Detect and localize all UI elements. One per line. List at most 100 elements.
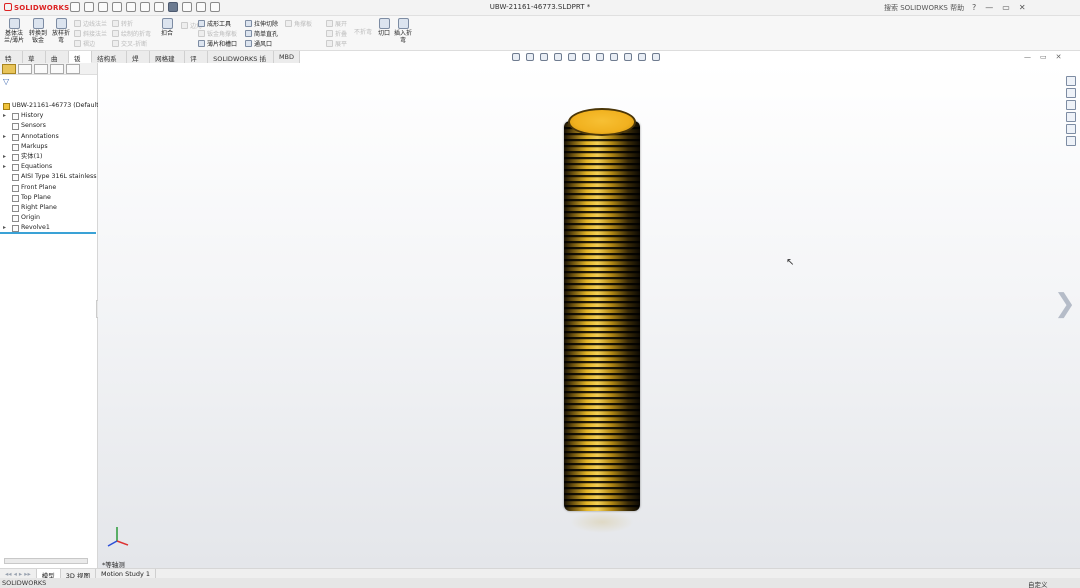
tree-root-part[interactable]: UBW-21161-46773 (Default) xyxy=(0,101,98,111)
miter-flange-button[interactable]: 斜接法兰 xyxy=(74,29,107,38)
status-custom-units[interactable]: 自定义 xyxy=(1028,579,1048,588)
minimize-button[interactable]: — xyxy=(985,3,993,12)
feature-tree-scrollbar[interactable] xyxy=(4,558,88,564)
view-settings-icon[interactable] xyxy=(652,53,660,61)
jog-button[interactable]: 转折 xyxy=(112,19,133,28)
task-pane xyxy=(1066,76,1078,146)
tree-item-equations[interactable]: ▸ Equations xyxy=(0,162,98,172)
display-manager-tab-icon[interactable] xyxy=(66,64,80,74)
extruded-cut-icon xyxy=(245,20,252,27)
sensors-icon xyxy=(12,123,19,131)
jog-icon xyxy=(112,20,119,27)
file-explorer-icon[interactable] xyxy=(1066,100,1076,110)
property-manager-tab-icon[interactable] xyxy=(18,64,32,74)
tree-item-material[interactable]: AISI Type 316L stainless ste xyxy=(0,172,98,182)
expand-arrow-icon[interactable]: ▸ xyxy=(3,132,6,142)
tab-features[interactable]: 特征 xyxy=(0,51,24,73)
tree-item-origin[interactable]: Origin xyxy=(0,213,98,223)
threaded-rod-top-face[interactable] xyxy=(568,108,636,136)
tab-sheet-metal[interactable]: 钣金 xyxy=(69,51,93,73)
base-flange-button[interactable]: 基体法兰/薄片 xyxy=(3,17,25,44)
no-bends-button[interactable]: 不折弯 xyxy=(354,27,372,36)
tab-3d-views[interactable]: 3D 视图 xyxy=(61,569,96,580)
feature-tree: UBW-21161-46773 (Default) ▸ History Senso… xyxy=(0,101,98,233)
maximize-button[interactable]: ▭ xyxy=(1002,3,1010,12)
tree-item-front-plane[interactable]: Front Plane xyxy=(0,183,98,193)
help-search-input[interactable]: 搜索 SOLIDWORKS 帮助 xyxy=(884,3,964,13)
gusset-button[interactable]: 角撑板 xyxy=(285,19,312,28)
tab-model[interactable]: 模型 xyxy=(36,569,61,580)
edit-appearance-icon[interactable] xyxy=(624,53,632,61)
forming-tool-icon xyxy=(198,20,205,27)
convert-to-sheet-metal-button[interactable]: 转换到钣金 xyxy=(27,17,49,44)
tree-item-top-plane[interactable]: Top Plane xyxy=(0,193,98,203)
tab-structure-system[interactable]: 结构系统 xyxy=(92,51,128,73)
tab-weldments[interactable]: 焊件 xyxy=(127,51,151,73)
insert-bends-button[interactable]: 插入折弯 xyxy=(393,17,413,44)
close-button[interactable]: ✕ xyxy=(1019,3,1026,12)
next-view-arrow-icon[interactable]: ❯ xyxy=(1054,289,1076,319)
view-palette-icon[interactable] xyxy=(1066,112,1076,122)
doc-minimize-icon[interactable]: — xyxy=(1024,53,1031,61)
threaded-rod-model[interactable] xyxy=(564,121,640,511)
tab-and-slot-big-button[interactable]: 扣合 xyxy=(156,17,178,37)
view-orientation-label: *等轴测 xyxy=(102,561,125,568)
markups-icon xyxy=(12,143,19,151)
dimxpert-tab-icon[interactable] xyxy=(50,64,64,74)
forming-tool-button[interactable]: 成形工具 xyxy=(198,19,231,28)
simple-hole-button[interactable]: 简单直孔 xyxy=(245,29,278,38)
tab-motion-study-1[interactable]: Motion Study 1 xyxy=(96,569,157,578)
rip-button[interactable]: 切口 xyxy=(376,17,392,37)
section-view-icon[interactable] xyxy=(554,53,562,61)
tab-mesh-modeling[interactable]: 网格建模 xyxy=(150,51,186,73)
lofted-bend-button[interactable]: 放样折弯 xyxy=(51,17,71,44)
tree-item-sensors[interactable]: Sensors xyxy=(0,121,98,131)
feature-tree-tab-icon[interactable] xyxy=(2,64,16,74)
tab-navigation-arrows-icon[interactable]: ◂◂ ◂ ▸ ▸▸ xyxy=(0,569,37,578)
expand-arrow-icon[interactable]: ▸ xyxy=(3,111,6,121)
unfold-button[interactable]: 展开 xyxy=(326,19,347,28)
hide-show-items-icon[interactable] xyxy=(610,53,618,61)
material-icon xyxy=(12,174,19,182)
sheet-metal-gusset-button[interactable]: 钣金角撑板 xyxy=(198,29,237,38)
vent-button[interactable]: 通风口 xyxy=(245,39,272,48)
tab-solidworks-addins[interactable]: SOLIDWORKS 插件 xyxy=(208,51,274,73)
tab-sketch[interactable]: 草图 xyxy=(23,51,47,73)
custom-properties-icon[interactable] xyxy=(1066,136,1076,146)
edge-flange-button[interactable]: 边线法兰 xyxy=(74,19,107,28)
tree-item-markups[interactable]: Markups xyxy=(0,142,98,152)
tree-item-solid-bodies[interactable]: ▸ 实体(1) xyxy=(0,152,98,162)
tab-mbd[interactable]: MBD xyxy=(273,51,301,63)
view-orientation-icon[interactable] xyxy=(582,53,590,61)
doc-close-icon[interactable]: ✕ xyxy=(1056,53,1062,61)
graphics-viewport[interactable]: ↖ ❯ *等轴测 xyxy=(98,63,1080,568)
hem-button[interactable]: 褶边 xyxy=(74,39,95,48)
zoom-to-fit-icon[interactable] xyxy=(512,53,520,61)
extruded-cut-button[interactable]: 拉伸切除 xyxy=(245,19,278,28)
help-button[interactable]: ? xyxy=(972,3,976,12)
flatten-button[interactable]: 展平 xyxy=(326,39,347,48)
display-style-icon[interactable] xyxy=(596,53,604,61)
tree-item-right-plane[interactable]: Right Plane xyxy=(0,203,98,213)
filter-icon[interactable]: ▽ xyxy=(3,77,9,86)
sketched-bend-button[interactable]: 绘制的折弯 xyxy=(112,29,151,38)
fold-button[interactable]: 折叠 xyxy=(326,29,347,38)
rollback-bar[interactable] xyxy=(0,232,96,234)
tab-evaluate[interactable]: 评估 xyxy=(185,51,209,73)
expand-arrow-icon[interactable]: ▸ xyxy=(3,152,6,162)
tab-and-slot-button[interactable]: 薄片和槽口 xyxy=(198,39,237,48)
solidworks-resources-icon[interactable] xyxy=(1066,76,1076,86)
appearances-icon[interactable] xyxy=(1066,124,1076,134)
expand-arrow-icon[interactable]: ▸ xyxy=(3,162,6,172)
dynamic-annotation-icon[interactable] xyxy=(568,53,576,61)
design-library-icon[interactable] xyxy=(1066,88,1076,98)
tree-item-annotations[interactable]: ▸ Annotations xyxy=(0,132,98,142)
configuration-manager-tab-icon[interactable] xyxy=(34,64,48,74)
doc-restore-icon[interactable]: ▭ xyxy=(1040,53,1047,61)
tab-surfaces[interactable]: 曲面 xyxy=(46,51,70,73)
cross-break-button[interactable]: 交叉-折断 xyxy=(112,39,147,48)
tree-item-history[interactable]: ▸ History xyxy=(0,111,98,121)
zoom-to-area-icon[interactable] xyxy=(526,53,534,61)
apply-scene-icon[interactable] xyxy=(638,53,646,61)
previous-view-icon[interactable] xyxy=(540,53,548,61)
